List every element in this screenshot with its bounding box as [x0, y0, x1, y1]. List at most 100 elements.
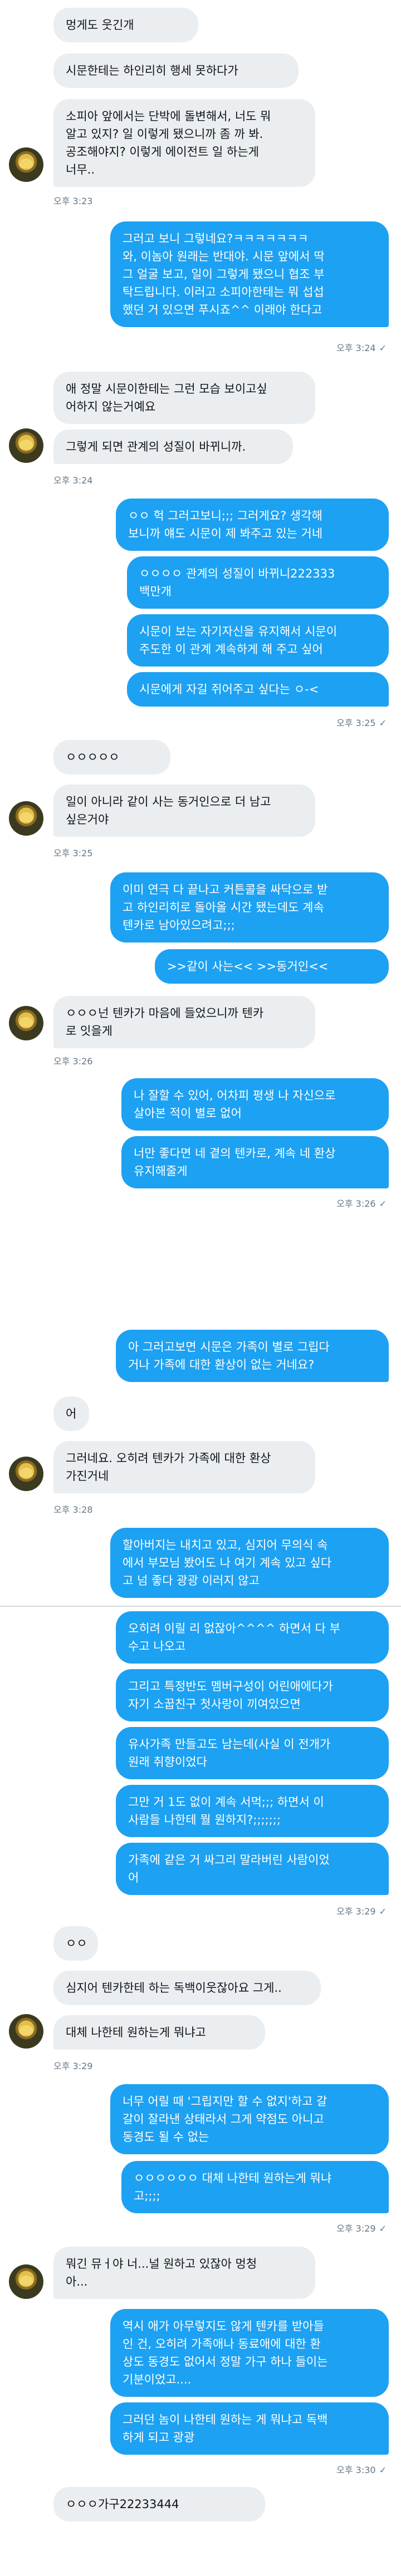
- message-text: 인 건, 오히려 가족애나 동료애에 대한 환: [123, 2337, 321, 2351]
- message-bubble: ㅇㅇㅇ넌 텐카가 마음에 들었으니까 텐카 로 잇을게: [53, 996, 315, 1048]
- message-text: 시문이 보는 자기자신을 유지해서 시문이: [139, 625, 338, 638]
- message-text: 하게 되고 광광: [123, 2431, 195, 2444]
- message-text: 이미 연극 다 끝나고 커튼콜을 싸닥으로 받: [123, 883, 328, 896]
- message-text: 거나 가족에 대한 환상이 없는 거네요?: [128, 1358, 315, 1371]
- message-text: 애 정말 시문이한테는 그런 모습 보이고싶: [66, 382, 267, 396]
- message-text: 했던 거 있으면 푸시죠^^ 이래야 한다고: [123, 303, 322, 317]
- message-bubble: 그리고 특정반도 멤버구성이 어린애에다가 자기 소꿉친구 첫사랑이 끼여있으면: [116, 1669, 389, 1721]
- message-bubble: 역시 애가 아무렇지도 않게 텐카를 받아들 인 건, 오히려 가족애나 동료애…: [110, 2309, 389, 2397]
- message-bubble: 이미 연극 다 끝나고 커튼콜을 싸닥으로 받 고 하인리히로 돌아올 시간 됐…: [110, 872, 389, 942]
- timestamp-text: 오후 3:26: [336, 1198, 376, 1209]
- message-text: 고 넘 좋다 광광 이러지 않고: [123, 1574, 260, 1587]
- message-bubble: ㅇㅇㅇㅇㅇㅇ 대체 나한테 원하는게 뭐냐 고;;;;: [121, 2161, 389, 2213]
- message-text: 수고 나오고: [128, 1640, 186, 1653]
- avatar[interactable]: [9, 801, 43, 836]
- message-bubble: 대체 나한테 원하는게 뭐냐고: [53, 2015, 265, 2050]
- message-bubble: 할아버지는 내치고 있고, 심지어 무의식 속 에서 부모님 봤어도 나 여기 …: [110, 1528, 389, 1598]
- timestamp-text: 오후 3:29: [336, 2223, 376, 2234]
- message-text: 자기 소꿉친구 첫사랑이 끼여있으면: [128, 1697, 301, 1711]
- avatar[interactable]: [9, 428, 43, 463]
- message-text: 로 잇을게: [66, 1024, 113, 1038]
- message-bubble: 너만 좋다면 네 곁의 텐카로, 계속 네 환상 유지해줄게: [121, 1136, 389, 1188]
- message-text: 일이 아니라 같이 사는 동거인으로 더 남고: [66, 795, 271, 808]
- message-bubble: ㅇㅇㅇㅇ 관계의 성질이 바뀌니222333 백만개: [127, 556, 389, 609]
- message-bubble: 너무 어릴 때 '그립지만 할 수 없지'하고 갈 갈이 잘라낸 상태라서 그게…: [110, 2084, 389, 2154]
- message-bubble: 유사가족 만들고도 남는데(사실 이 전개가 원래 취향이었다: [116, 1727, 389, 1779]
- message-bubble: 시문한테는 하인리히 행세 못하다가: [53, 53, 299, 88]
- message-text: ㅇㅇㅇ가구22233444: [66, 2498, 179, 2511]
- message-bubble: 그만 거 1도 없이 계속 서먹;;; 하면서 이 사람들 나한테 뭘 원하지?…: [116, 1785, 389, 1837]
- timestamp: 오후 3:24: [53, 475, 93, 486]
- sent-check-icon: ✓: [379, 1198, 387, 1209]
- message-text: 어: [66, 1407, 77, 1420]
- message-bubble: 어: [53, 1396, 89, 1431]
- message-text: ㅇㅇㅇㅇ 관계의 성질이 바뀌니222333: [139, 567, 335, 580]
- message-text: 너무..: [66, 163, 95, 176]
- message-text: 백만개: [139, 585, 172, 598]
- message-bubble: 그러던 놈이 나한테 원하는 게 뭐냐고 독백 하게 되고 광광: [110, 2402, 389, 2455]
- message-text: 뭐긴 뮤ㅓ야 너...널 원하고 있잖아 멍청: [66, 2257, 257, 2271]
- message-text: 싶은거야: [66, 813, 109, 826]
- timestamp: 오후 3:29 ✓: [336, 1904, 387, 1917]
- timestamp: 오후 3:25 ✓: [336, 715, 387, 729]
- message-text: 가족에 같은 거 싸그리 말라버린 사람이었: [128, 1853, 330, 1867]
- message-bubble: ㅇㅇㅇㅇㅇ: [53, 740, 170, 774]
- message-text: 시문한테는 하인리히 행세 못하다가: [66, 64, 238, 77]
- message-bubble: 그러네요. 오히려 텐카가 가족에 대한 환상 가진거네: [53, 1441, 315, 1493]
- message-text: 에서 부모님 봤어도 나 여기 계속 있고 싶다: [123, 1556, 332, 1570]
- message-text: 알고 있지? 일 이렇게 됐으니까 좀 까 봐.: [66, 127, 263, 141]
- message-text: 그러네요. 오히려 텐카가 가족에 대한 환상: [66, 1452, 271, 1465]
- message-text: 유지해줄게: [134, 1164, 188, 1178]
- message-text: 보니까 얘도 시문이 제 봐주고 있는 거네: [128, 527, 323, 540]
- message-text: 가진거네: [66, 1469, 109, 1483]
- timestamp-text: 오후 3:30: [336, 2465, 376, 2475]
- divider: [0, 1606, 401, 1607]
- message-text: 원래 취향이었다: [128, 1755, 207, 1769]
- message-text: 공조해야지? 이렇게 에이전트 일 하는게: [66, 145, 259, 159]
- message-text: 살아본 적이 별로 없어: [134, 1107, 242, 1120]
- timestamp: 오후 3:30 ✓: [336, 2463, 387, 2476]
- avatar[interactable]: [9, 1006, 43, 1040]
- avatar[interactable]: [9, 2014, 43, 2049]
- avatar[interactable]: [9, 2264, 43, 2299]
- sent-check-icon: ✓: [379, 718, 387, 728]
- message-text: ㅇㅇ 헉 그러고보니;;; 그러게요? 생각해: [128, 509, 322, 522]
- timestamp: 오후 3:29: [53, 2061, 93, 2071]
- message-bubble: 아 그러고보면 시문은 가족이 별로 그립다 거나 가족에 대한 환상이 없는 …: [116, 1330, 389, 1382]
- message-bubble: 애 정말 시문이한테는 그런 모습 보이고싶 어하지 않는거예요: [53, 372, 315, 424]
- message-text: 대체 나한테 원하는게 뭐냐고: [66, 2026, 206, 2039]
- sent-check-icon: ✓: [379, 343, 387, 353]
- message-text: 주도한 이 관계 계속하게 해 주고 싶어: [139, 643, 323, 656]
- message-bubble: >>같이 사는<< >>동거인<<: [155, 949, 389, 984]
- message-bubble: 시문이 보는 자기자신을 유지해서 시문이 주도한 이 관계 계속하게 해 주고…: [127, 614, 389, 667]
- message-bubble: 그러고 보니 그렇네요?ㅋㅋㅋㅋㅋㅋㅋ 와, 이놈아 원래는 반대야. 시문 앞…: [110, 221, 389, 327]
- message-bubble: 멍게도 웃긴개: [53, 8, 198, 42]
- message-text: 와, 이놈아 원래는 반대야. 시문 앞에서 딱: [123, 250, 325, 263]
- message-text: 상도 동경도 없어서 정말 가구 하나 들이는: [123, 2355, 328, 2368]
- message-text: 텐카로 남아있으려고;;;: [123, 919, 235, 932]
- message-text: 할아버지는 내치고 있고, 심지어 무의식 속: [123, 1538, 328, 1552]
- timestamp: 오후 3:29 ✓: [336, 2221, 387, 2234]
- message-text: 아...: [66, 2275, 88, 2288]
- timestamp: 오후 3:23: [53, 196, 93, 206]
- message-text: 사람들 나한테 뭘 원하지?;;;;;;;: [128, 1813, 281, 1827]
- message-text: 갈이 잘라낸 상태라서 그게 약점도 아니고: [123, 2113, 324, 2126]
- message-bubble: 가족에 같은 거 싸그리 말라버린 사람이었 어: [116, 1843, 389, 1895]
- message-text: 그 얼굴 보고, 일이 그렇게 됐으니 협조 부: [123, 268, 325, 281]
- avatar[interactable]: [9, 1457, 43, 1491]
- message-text: 고;;;;: [134, 2189, 160, 2203]
- message-text: 탁드립니다. 이러고 소피아한테는 뭐 섭섭: [123, 285, 324, 299]
- message-bubble: 그렇게 되면 관계의 성질이 바뀌니까.: [53, 430, 293, 464]
- message-bubble: 나 잘할 수 있어, 어차피 평생 나 자신으로 살아본 적이 별로 없어: [121, 1078, 389, 1131]
- message-text: 그렇게 되면 관계의 성질이 바뀌니까.: [66, 440, 246, 453]
- message-text: 그리고 특정반도 멤버구성이 어린애에다가: [128, 1680, 333, 1693]
- timestamp: 오후 3:26 ✓: [336, 1196, 387, 1210]
- message-bubble: ㅇㅇ 헉 그러고보니;;; 그러게요? 생각해 보니까 얘도 시문이 제 봐주고…: [116, 499, 389, 551]
- message-text: 동경도 될 수 없는: [123, 2130, 209, 2144]
- message-text: 어: [128, 1871, 139, 1884]
- timestamp-text: 오후 3:25: [336, 718, 376, 728]
- avatar[interactable]: [9, 147, 43, 182]
- message-text: 그만 거 1도 없이 계속 서먹;;; 하면서 이: [128, 1795, 324, 1809]
- message-bubble: 심지어 텐카한테 하는 독백이웃잖아요 그게..: [53, 1971, 321, 2005]
- message-text: 오히려 이릴 리 없잖아^^^^ 하면서 다 부: [128, 1622, 340, 1635]
